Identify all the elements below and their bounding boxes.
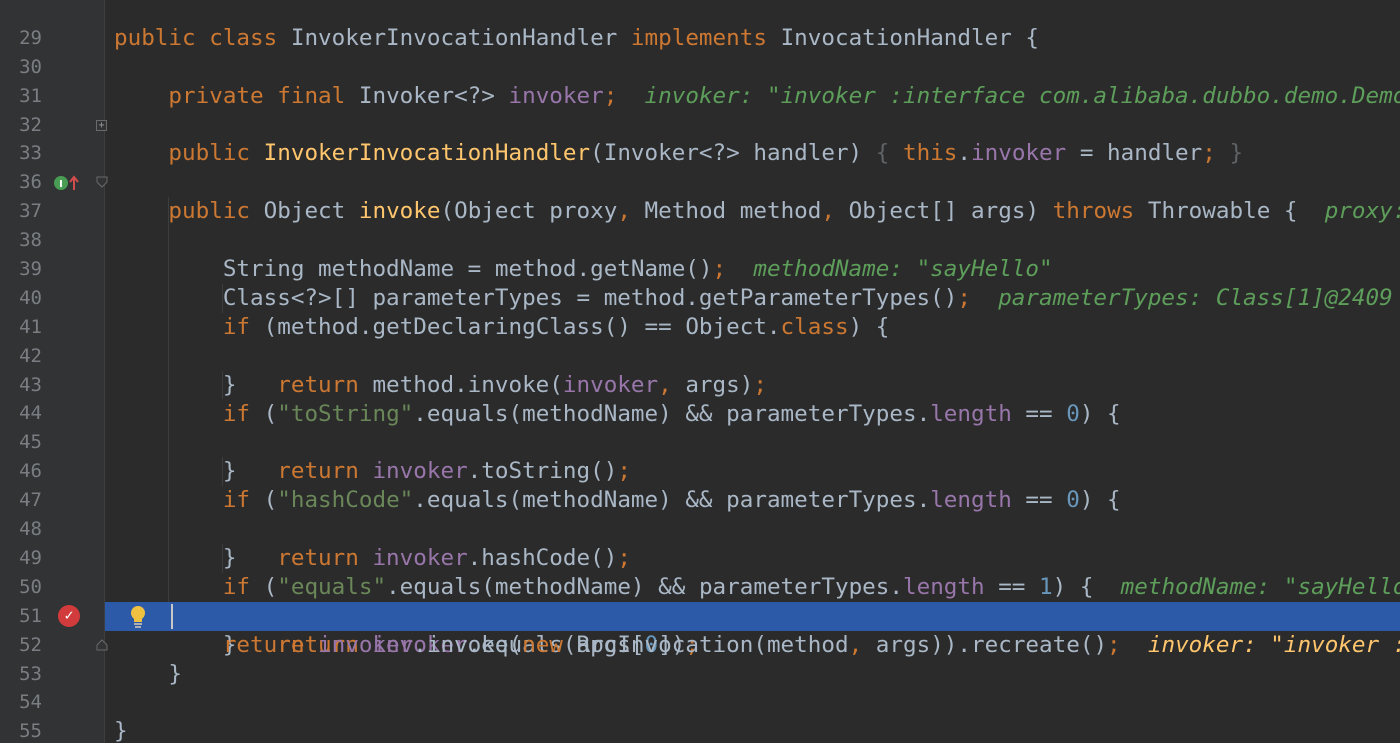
text-caret: [171, 603, 173, 629]
code-line-47[interactable]: 47 return invoker.hashCode();: [0, 457, 1400, 571]
indent-guide: [168, 428, 169, 458]
indent-guide: [168, 197, 169, 227]
indent-guide: [222, 283, 223, 313]
svg-text:I: I: [59, 179, 63, 190]
code-line-30[interactable]: 30: [0, 24, 1400, 78]
indent-guide: [168, 543, 169, 573]
code-line-44[interactable]: 44 return invoker.toString();: [0, 370, 1400, 484]
code-line-52-execution-point[interactable]: 52 ✓ return invoker.invoke(new RpcInvoca…: [0, 601, 1400, 658]
indent-guide: [168, 226, 169, 256]
lightbulb-icon[interactable]: [128, 604, 148, 630]
indent-guide: [168, 341, 169, 371]
code-line-38[interactable]: 38 String methodName = method.getName();…: [0, 197, 1400, 282]
code-line-31[interactable]: 31 private final Invoker<?> invoker; inv…: [0, 53, 1400, 109]
code-line-43[interactable]: 43 if ("toString".equals(methodName) && …: [0, 341, 1400, 427]
code-text[interactable]: }: [114, 717, 128, 743]
code-line-40[interactable]: 40 if (method.getDeclaringClass() == Obj…: [0, 255, 1400, 340]
indent-guide: [168, 572, 169, 602]
code-line-51[interactable]: 51 }: [0, 572, 1400, 658]
code-line-37[interactable]: 37 I public Object invoke(Object proxy, …: [0, 168, 1400, 224]
code-line-29[interactable]: 29 public class InvokerInvocationHandler…: [0, 0, 1400, 51]
breakpoint-icon[interactable]: ✓: [58, 604, 80, 627]
code-line-33[interactable]: 33 + public InvokerInvocationHandler(Inv…: [0, 111, 1400, 166]
code-line-48[interactable]: 48 }: [0, 486, 1400, 571]
indent-guide: [222, 370, 223, 400]
implements-method-icon[interactable]: I: [53, 174, 83, 192]
code-line-41[interactable]: 41 return method.invoke(invoker, args);: [0, 283, 1400, 398]
indent-guide: [222, 543, 223, 573]
code-line-53[interactable]: 53 }: [0, 631, 1400, 687]
code-line-39[interactable]: 39 Class<?>[] parameterTypes = method.ge…: [0, 226, 1400, 311]
code-line-55[interactable]: 55 }: [0, 688, 1400, 743]
indent-guide: [168, 486, 169, 516]
code-line-50[interactable]: 50 return invoker.equals(args[0]);: [0, 543, 1400, 658]
code-line-49[interactable]: 49 if ("equals".equals(methodName) && pa…: [0, 515, 1400, 600]
indent-guide: [168, 283, 169, 313]
code-line-46[interactable]: 46 if ("hashCode".equals(methodName) && …: [0, 428, 1400, 513]
code-line-45[interactable]: 45 }: [0, 399, 1400, 484]
indent-guide: [168, 312, 169, 342]
indent-guide: [168, 457, 169, 487]
code-line-32[interactable]: 32: [0, 82, 1400, 136]
line-number[interactable]: 55: [0, 717, 42, 743]
indent-guide: [168, 515, 169, 544]
indent-guide: [168, 255, 169, 284]
indent-guide: [168, 370, 169, 400]
indent-guide: [222, 457, 223, 487]
code-editor[interactable]: 29 public class InvokerInvocationHandler…: [0, 0, 1400, 743]
code-line-54[interactable]: 54: [0, 659, 1400, 713]
code-line-42[interactable]: 42 }: [0, 312, 1400, 398]
indent-guide: [168, 399, 169, 429]
code-line-36[interactable]: 36: [0, 139, 1400, 193]
